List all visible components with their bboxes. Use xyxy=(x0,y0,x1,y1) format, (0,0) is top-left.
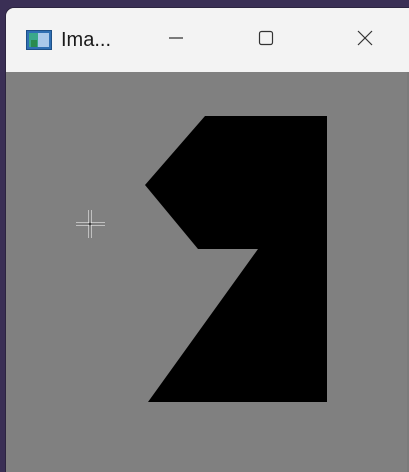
minimize-button[interactable] xyxy=(153,20,199,60)
canvas-drawing xyxy=(76,116,327,402)
crosshair-cursor-icon xyxy=(76,210,105,238)
maximize-icon xyxy=(256,28,276,53)
close-button[interactable] xyxy=(342,20,388,60)
window-title: Ima... xyxy=(61,29,112,51)
image-viewer-app-icon xyxy=(26,30,52,50)
image-canvas[interactable] xyxy=(6,72,409,472)
image-window: Ima... xyxy=(6,8,409,472)
maximize-button[interactable] xyxy=(243,20,289,60)
black-polygon-shape xyxy=(145,116,327,402)
minimize-icon xyxy=(166,28,186,53)
close-icon xyxy=(355,28,375,53)
title-bar[interactable]: Ima... xyxy=(6,8,409,72)
